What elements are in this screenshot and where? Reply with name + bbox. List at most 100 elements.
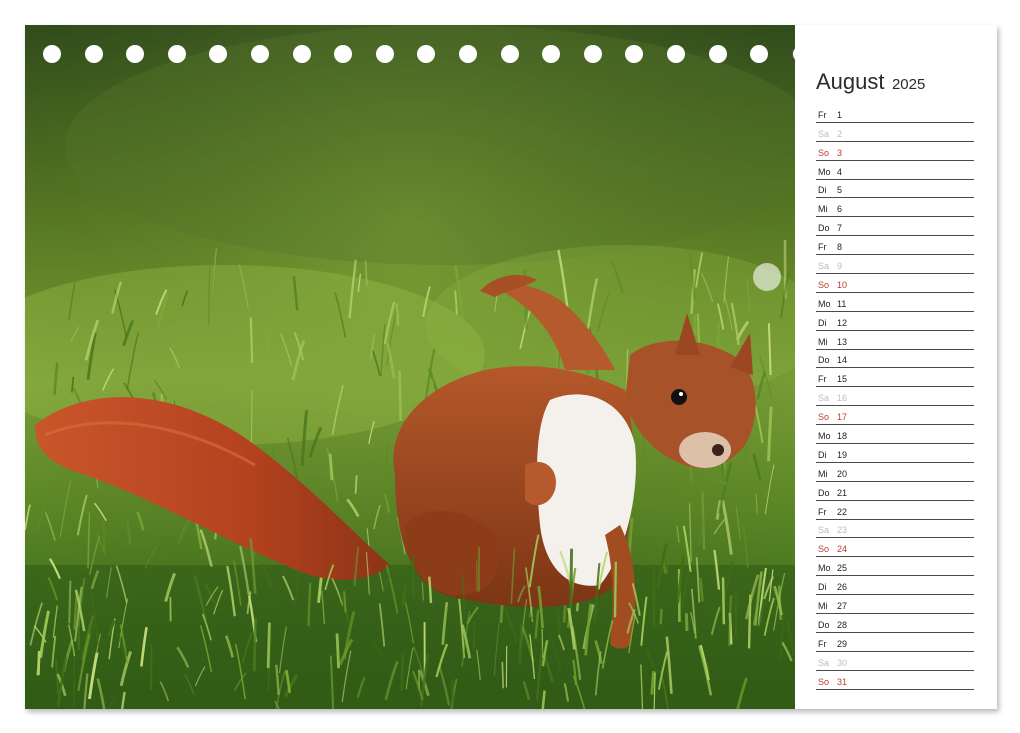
day-row: Do 7: [816, 217, 974, 237]
day-row: Mi 6: [816, 198, 974, 218]
day-number: 21: [837, 487, 848, 498]
day-weekday: Fr: [818, 506, 827, 517]
day-row: Di 19: [816, 444, 974, 463]
day-weekday: Sa: [818, 525, 830, 536]
binding-hole: [500, 45, 519, 63]
day-weekday: Mi: [818, 204, 828, 215]
binding-hole: [583, 45, 602, 63]
day-row: Mi 20: [816, 463, 974, 482]
day-row: Fr 1: [816, 104, 974, 123]
binding-hole: [542, 45, 561, 63]
day-weekday: Mi: [818, 468, 828, 479]
day-row: So 24: [816, 538, 974, 558]
day-weekday: Sa: [818, 657, 830, 668]
day-row: Sa 2: [816, 123, 974, 142]
day-number: 19: [837, 449, 848, 460]
day-row: Mo 18: [816, 425, 974, 445]
month-year: 2025: [891, 76, 926, 93]
day-number: 12: [837, 317, 848, 328]
day-number: 17: [837, 412, 848, 423]
day-number: 10: [837, 279, 848, 290]
day-row: Mo 11: [816, 293, 974, 312]
day-weekday: So: [818, 544, 830, 555]
binding-hole: [667, 45, 685, 63]
day-row: Sa 30: [816, 652, 974, 671]
day-weekday: So: [818, 676, 830, 687]
day-weekday: Mo: [818, 563, 831, 574]
binding-hole: [375, 45, 394, 63]
binding-hole: [625, 45, 644, 63]
binding-hole: [251, 45, 269, 63]
day-weekday: Sa: [818, 261, 830, 272]
day-row: So 3: [816, 142, 974, 161]
day-row: Fr 22: [816, 501, 974, 520]
day-weekday: Di: [818, 449, 827, 460]
day-number: 29: [837, 638, 848, 649]
day-weekday: Mi: [818, 336, 828, 347]
day-number: 7: [837, 223, 843, 234]
day-row: Mo 4: [816, 161, 974, 180]
month-name: August: [816, 69, 885, 94]
day-number: 25: [837, 563, 848, 574]
day-row: So 31: [816, 671, 974, 690]
day-row: Sa 16: [816, 387, 974, 407]
day-number: 9: [837, 261, 843, 272]
day-row: Sa 23: [816, 520, 974, 539]
day-row: Fr 8: [816, 236, 974, 256]
day-weekday: Do: [818, 487, 830, 498]
day-weekday: Mo: [818, 166, 831, 177]
calendar-page: August 2025 Fr 1 Sa 2 So 3 Mo 4 Di 5 Mi 6 Do 7 Fr 8 Sa 9 S…: [25, 25, 997, 709]
day-row: Di 5: [816, 180, 974, 199]
day-weekday: So: [818, 279, 830, 290]
binding-hole: [126, 45, 145, 63]
month-title: August 2025: [816, 69, 925, 95]
day-number: 13: [837, 336, 848, 347]
photo-artwork: [25, 25, 795, 709]
day-row: Do 14: [816, 350, 974, 369]
day-weekday: So: [818, 147, 830, 158]
day-number: 26: [837, 582, 848, 593]
binding-hole: [334, 45, 353, 63]
day-number: 2: [837, 128, 843, 139]
day-number: 3: [837, 147, 843, 158]
day-row: Di 12: [816, 312, 974, 331]
day-weekday: Do: [818, 355, 830, 366]
day-weekday: Sa: [818, 393, 830, 404]
binding-hole: [417, 45, 436, 63]
day-number: 20: [837, 468, 848, 479]
day-weekday: So: [818, 412, 830, 423]
day-row: Mo 25: [816, 557, 974, 577]
day-number: 4: [837, 166, 843, 177]
day-row: So 17: [816, 406, 974, 426]
day-number: 14: [837, 355, 848, 366]
day-row: Do 21: [816, 482, 974, 501]
day-weekday: Sa: [818, 128, 830, 139]
binding-hole: [167, 45, 186, 63]
day-number: 31: [837, 676, 848, 687]
calendar-panel: August 2025 Fr 1 Sa 2 So 3 Mo 4 Di 5 Mi 6 Do 7 Fr 8 Sa 9 S…: [795, 25, 997, 709]
day-number: 22: [837, 506, 848, 517]
day-number: 28: [837, 619, 848, 630]
day-weekday: Do: [818, 223, 830, 234]
binding-hole: [750, 45, 769, 63]
day-row: Mi 27: [816, 595, 974, 615]
squirrel-photo: [25, 25, 795, 709]
binding-hole: [708, 45, 727, 63]
day-list: Fr 1 Sa 2 So 3 Mo 4 Di 5 Mi 6 Do 7 Fr 8 Sa 9 So 10 Mo 11 Di 12 M…: [816, 104, 974, 690]
day-row: Sa 9: [816, 255, 974, 275]
day-number: 18: [837, 431, 848, 442]
day-row: Do 28: [816, 614, 974, 633]
day-weekday: Fr: [818, 638, 827, 649]
day-number: 11: [837, 298, 847, 309]
binding-hole: [459, 45, 477, 63]
day-weekday: Di: [818, 582, 827, 593]
binding-hole: [84, 45, 103, 63]
day-weekday: Fr: [818, 242, 827, 253]
day-number: 8: [837, 242, 843, 253]
binding-hole: [209, 45, 228, 63]
day-row: So 10: [816, 274, 974, 293]
day-weekday: Mo: [818, 431, 831, 442]
binding-hole: [43, 45, 61, 63]
day-number: 24: [837, 544, 848, 555]
day-row: Fr 15: [816, 368, 974, 388]
